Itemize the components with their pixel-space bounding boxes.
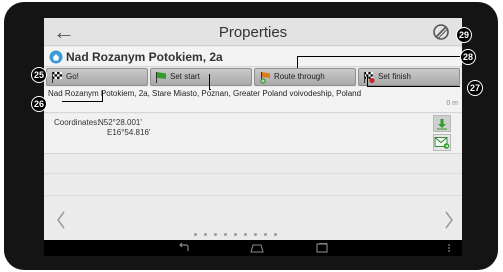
share-button[interactable] (433, 134, 451, 151)
go-button[interactable]: Go! (46, 68, 148, 86)
place-name: Nad Rozanym Potokiem, 2a (66, 50, 223, 64)
content-area (44, 155, 462, 217)
latitude-value: N52°28.001' (98, 118, 142, 127)
page-dot (194, 233, 197, 236)
row-divider (44, 195, 462, 196)
address-row: Nad Rozanym Potokiem, 2a, Stare Miasto, … (44, 87, 462, 113)
download-button[interactable] (433, 115, 451, 132)
page-indicator (194, 231, 334, 239)
previous-page-icon[interactable] (54, 210, 68, 230)
set-start-button[interactable]: Set start (150, 68, 252, 86)
page-title: Properties (218, 24, 288, 41)
go-label: Go! (66, 72, 79, 81)
page-dot (264, 233, 267, 236)
set-finish-label: Set finish (378, 72, 411, 81)
place-header: Nad Rozanym Potokiem, 2a (44, 47, 462, 67)
green-flag-icon (156, 72, 166, 83)
settings-icon[interactable] (432, 23, 450, 41)
route-through-button[interactable]: Route through (254, 68, 356, 86)
callout-leader (297, 56, 462, 57)
callout-25: 25 (31, 67, 47, 83)
envelope-share-icon (434, 137, 450, 149)
full-address: Nad Rozanym Potokiem, 2a, Stare Miasto, … (48, 89, 362, 98)
coordinates-row: Coordinates: N52°28.001' E16°54.816' (44, 114, 462, 154)
checkered-flag-icon (52, 72, 62, 83)
page-dot (244, 233, 247, 236)
page-dot (274, 233, 277, 236)
page-dot (204, 233, 207, 236)
callout-leader (297, 56, 298, 68)
row-divider (44, 173, 462, 174)
coordinates-label: Coordinates: (54, 118, 100, 127)
callout-leader (209, 89, 211, 90)
set-finish-button[interactable]: Set finish (358, 68, 460, 86)
figure: ← Properties Nad Rozanym Potokiem, 2a Go… (0, 0, 503, 272)
callout-leader (102, 91, 103, 102)
home-icon (49, 50, 63, 64)
callout-leader (62, 101, 102, 102)
system-home-icon[interactable] (249, 242, 265, 254)
download-arrow-icon (437, 119, 447, 130)
title-bar: ← Properties (44, 18, 462, 46)
finish-flag-icon (364, 72, 375, 83)
action-bar: Go! Set start Route through Set finish (46, 68, 460, 86)
callout-27: 27 (467, 80, 483, 96)
next-page-icon[interactable] (442, 210, 456, 230)
overflow-menu-icon[interactable] (446, 242, 452, 254)
callout-29: 29 (456, 27, 472, 43)
callout-26: 26 (31, 96, 47, 112)
page-dot (234, 233, 237, 236)
app-screen: ← Properties Nad Rozanym Potokiem, 2a Go… (44, 18, 462, 240)
route-through-label: Route through (274, 72, 325, 81)
callout-leader (367, 86, 460, 87)
callout-leader (367, 76, 368, 87)
system-navigation-bar (44, 240, 462, 256)
callout-leader (209, 74, 210, 90)
waypoint-flag-icon (260, 72, 270, 84)
set-start-label: Set start (170, 72, 200, 81)
page-dot (214, 233, 217, 236)
callout-28: 28 (460, 49, 476, 65)
back-arrow-icon[interactable]: ← (52, 21, 76, 43)
system-recent-apps-icon[interactable] (314, 242, 330, 254)
distance-value: 0 m (446, 100, 458, 107)
longitude-value: E16°54.816' (107, 128, 151, 137)
system-back-icon[interactable] (177, 242, 191, 254)
page-dot (254, 233, 257, 236)
page-dot (224, 233, 227, 236)
